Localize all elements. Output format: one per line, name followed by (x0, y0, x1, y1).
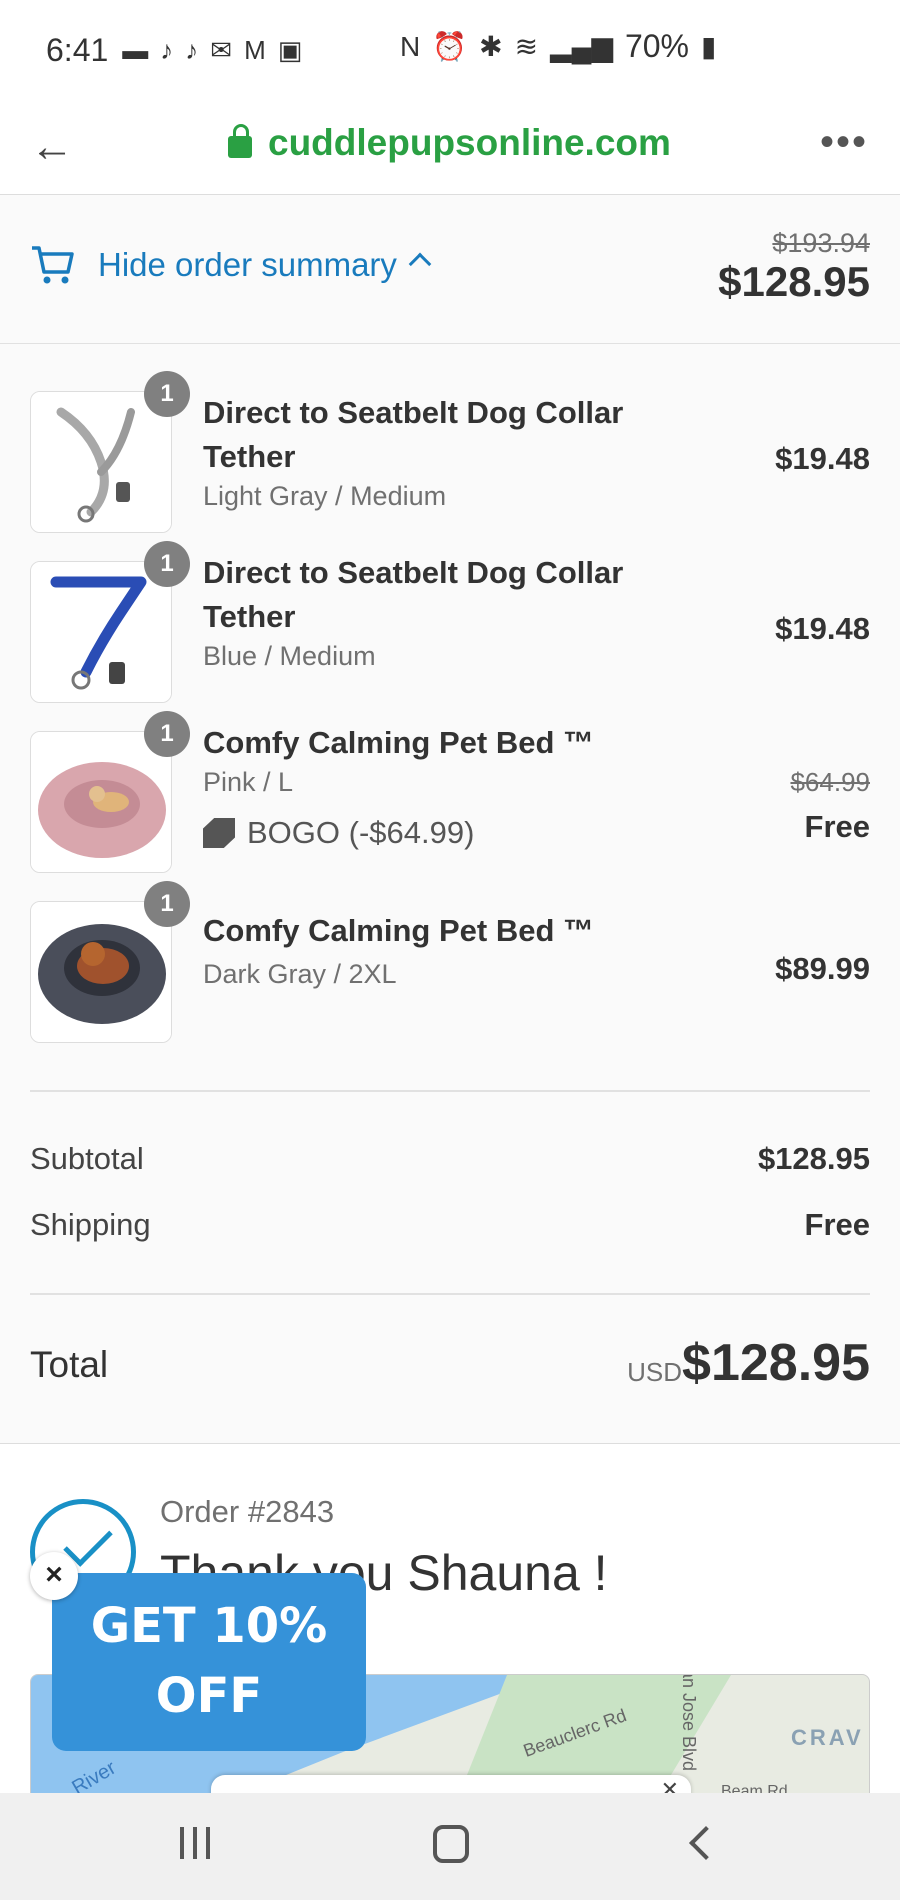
original-total: $193.94 (772, 228, 870, 258)
recent-apps-icon[interactable] (180, 1827, 216, 1863)
tiktok-icon: ♪ (160, 34, 174, 65)
mail-icon: ✉ (210, 34, 233, 65)
order-summary-toggle[interactable]: Hide order summary $193.94 $128.95 (0, 196, 900, 344)
item-price: $19.48 (775, 611, 870, 646)
total-label: Total (30, 1344, 109, 1385)
shipping-value: Free (804, 1207, 870, 1242)
url-text: cuddlepupsonline.com (268, 122, 671, 163)
subtotal-value: $128.95 (757, 1141, 870, 1176)
item-variant: Light Gray / Medium (203, 481, 447, 511)
item-price: $19.48 (775, 441, 870, 476)
back-arrow-icon[interactable]: ← (30, 122, 80, 172)
promo-line-2: OFF (155, 1668, 263, 1724)
browser-toolbar: ← cuddlepupsonline.com ••• (0, 100, 900, 195)
signal-icon: ▂▄▆ (550, 31, 613, 62)
home-icon[interactable] (433, 1825, 469, 1863)
battery-percent: 70% (624, 28, 689, 64)
quantity-badge: 1 (144, 371, 190, 417)
quantity-badge: 1 (144, 541, 190, 587)
divider (30, 1090, 870, 1092)
address-bar[interactable]: cuddlepupsonline.com (228, 122, 671, 164)
message-icon: ▬ (122, 34, 149, 65)
total-value: $128.95 (682, 1334, 870, 1392)
item-name: Comfy Calming Pet Bed ™ (203, 725, 594, 760)
item-price: Free (804, 809, 870, 844)
total-currency: USD (627, 1357, 682, 1387)
back-icon[interactable] (689, 1826, 723, 1860)
system-icons: N ⏰ ✱ ≋ ▂▄▆ 70% ▮ (400, 28, 716, 65)
item-name: Direct to Seatbelt Dog Collar Tether (203, 395, 624, 474)
system-navigation-bar (0, 1793, 900, 1900)
more-options-icon[interactable]: ••• (820, 120, 868, 165)
line-item: 1 Comfy Calming Pet Bed ™ Dark Gray / 2X… (0, 881, 900, 1061)
toggle-label[interactable]: Hide order summary (98, 246, 397, 284)
alarm-icon: ⏰ (432, 31, 468, 62)
app-icon: ▣ (277, 34, 303, 65)
line-item: 1 Comfy Calming Pet Bed ™ Pink / L BOGO … (0, 711, 900, 891)
product-image (30, 731, 172, 873)
status-bar: 6:41 ▬ ♪ ♪ ✉ M ▣ N ⏰ ✱ ≋ ▂▄▆ 70% ▮ (0, 0, 900, 100)
item-variant: Dark Gray / 2XL (203, 959, 397, 989)
wifi-icon: ≋ (514, 31, 539, 62)
discount-label: BOGO (-$64.99) (247, 815, 475, 850)
discount-promo-button[interactable]: GET 10% OFF (52, 1573, 366, 1751)
tag-icon (203, 818, 235, 848)
order-items: 1 Direct to Seatbelt Dog Collar Tether L… (0, 345, 900, 1445)
gmail-icon: M (244, 34, 266, 65)
divider (30, 1293, 870, 1295)
promo-close-icon[interactable]: × (30, 1552, 78, 1600)
product-image (30, 901, 172, 1043)
bluetooth-icon: ✱ (479, 31, 503, 62)
promo-line-1: GET 10% (90, 1598, 328, 1654)
lock-icon (228, 124, 252, 158)
item-variant: Pink / L (203, 767, 294, 797)
subtotal-label: Subtotal (30, 1141, 144, 1176)
map-label: CRAV (791, 1725, 864, 1750)
shipping-label: Shipping (30, 1207, 151, 1242)
cart-icon (32, 246, 74, 284)
product-image (30, 391, 172, 533)
order-number: Order #2843 (160, 1494, 335, 1529)
quantity-badge: 1 (144, 711, 190, 757)
product-image (30, 561, 172, 703)
line-item: 1 Direct to Seatbelt Dog Collar Tether B… (0, 541, 900, 721)
map-label: San Jose Blvd (679, 1674, 700, 1772)
line-item: 1 Direct to Seatbelt Dog Collar Tether L… (0, 371, 900, 551)
discount-tag: BOGO (-$64.99) (203, 815, 474, 851)
notification-icons: ▬ ♪ ♪ ✉ M ▣ (122, 35, 302, 66)
item-variant: Blue / Medium (203, 641, 376, 671)
chevron-up-icon (408, 252, 432, 276)
battery-icon: ▮ (701, 31, 717, 62)
item-name: Direct to Seatbelt Dog Collar Tether (203, 555, 624, 634)
status-time: 6:41 (46, 31, 109, 68)
tiktok-icon-2: ♪ (185, 34, 199, 65)
item-price: $89.99 (775, 951, 870, 986)
item-name: Comfy Calming Pet Bed ™ (203, 913, 594, 948)
item-original-price: $64.99 (790, 767, 870, 797)
summary-total: $128.95 (718, 258, 870, 305)
nfc-icon: N (400, 30, 421, 62)
quantity-badge: 1 (144, 881, 190, 927)
